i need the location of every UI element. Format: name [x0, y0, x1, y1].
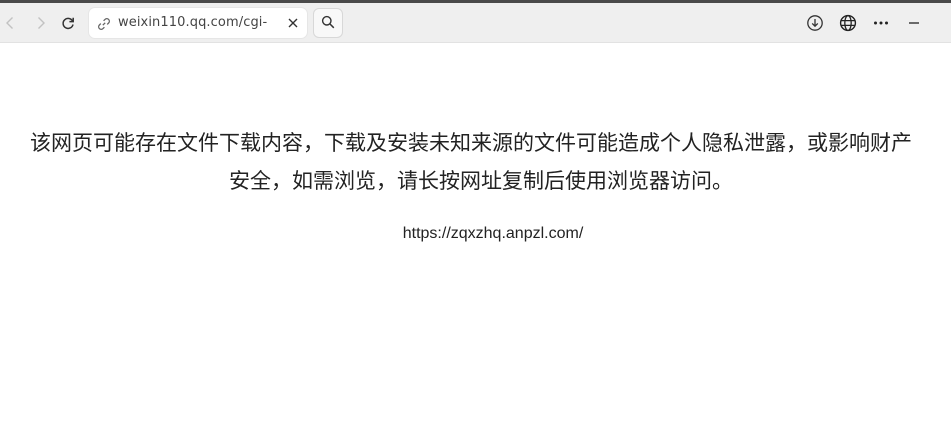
- search-button[interactable]: [313, 8, 343, 38]
- page-content: 该网页可能存在文件下载内容，下载及安装未知来源的文件可能造成个人隐私泄露，或影响…: [0, 44, 951, 430]
- globe-button[interactable]: [832, 7, 864, 39]
- more-button[interactable]: [865, 7, 897, 39]
- download-warning-message: 该网页可能存在文件下载内容，下载及安装未知来源的文件可能造成个人隐私泄露，或影响…: [30, 124, 951, 200]
- download-icon: [806, 14, 824, 32]
- chevron-right-icon: [33, 15, 49, 31]
- back-button[interactable]: [0, 7, 26, 39]
- chevron-left-icon: [2, 15, 18, 31]
- search-icon: [321, 14, 335, 33]
- more-icon: [872, 14, 890, 32]
- download-button[interactable]: [799, 7, 831, 39]
- reload-icon: [60, 15, 76, 31]
- warning-line-2: 安全，如需浏览，请长按网址复制后使用浏览器访问。: [229, 169, 733, 193]
- warning-line-1: 该网页可能存在文件下载内容，下载及安装未知来源的文件可能造成个人隐私泄露，或影响…: [30, 131, 912, 155]
- link-icon: [97, 16, 111, 30]
- browser-toolbar: weixin110.qq.com/cgi-bin/mmspamsupport-b…: [0, 3, 951, 43]
- minimize-icon: [907, 16, 921, 30]
- address-bar[interactable]: weixin110.qq.com/cgi-bin/mmspamsupport-b…: [89, 8, 307, 38]
- close-icon[interactable]: [285, 15, 301, 31]
- minimize-button[interactable]: [898, 7, 930, 39]
- address-url-text[interactable]: weixin110.qq.com/cgi-bin/mmspamsupport-b…: [118, 15, 268, 30]
- target-url-text[interactable]: https://zqxzhq.anpzl.com/: [0, 225, 951, 243]
- globe-icon: [839, 14, 857, 32]
- reload-button[interactable]: [52, 7, 84, 39]
